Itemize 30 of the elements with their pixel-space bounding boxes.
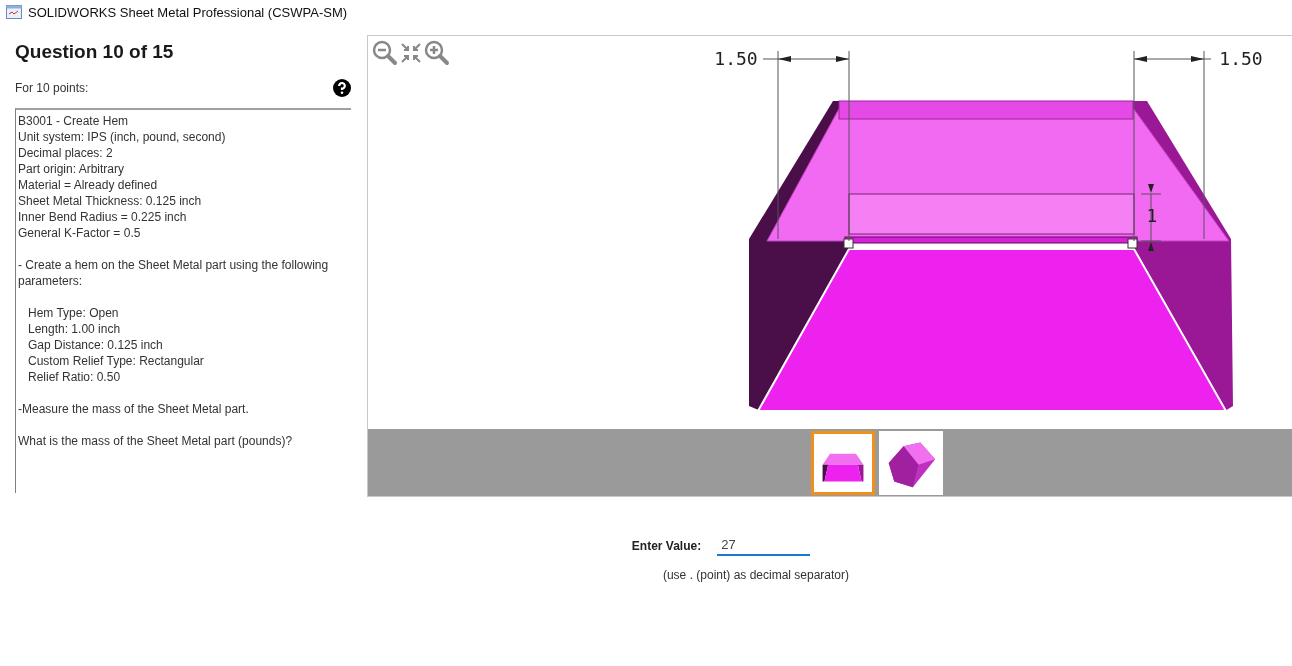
enter-value-label: Enter Value: (631, 538, 702, 553)
question-heading: Question 10 of 15 (15, 41, 175, 64)
dimension-label: 1 (1146, 205, 1158, 226)
dimension-label: 1.50 (1219, 48, 1263, 69)
decimal-hint: (use . (point) as decimal separator) (661, 568, 850, 582)
question-text-line: Gap Distance: 0.125 inch (28, 337, 164, 353)
question-text-line: Hem Type: Open (28, 305, 120, 321)
help-icon[interactable] (333, 79, 351, 97)
question-text-line: General K-Factor = 0.5 (18, 225, 142, 241)
window-title: SOLIDWORKS Sheet Metal Professional (CSWPA-SM) (28, 4, 348, 20)
question-text-line: Sheet Metal Thickness: 0.125 inch (18, 193, 203, 209)
question-text-line: Unit system: IPS (inch, pound, second) (18, 129, 227, 145)
fit-view-icon[interactable] (400, 42, 422, 64)
dimension-label: 1.50 (714, 48, 758, 69)
question-text-line: Inner Bend Radius = 0.225 inch (18, 209, 188, 225)
view-thumbnail[interactable] (811, 430, 875, 495)
question-text-line: Relief Ratio: 0.50 (28, 369, 122, 385)
question-text-line: Decimal places: 2 (18, 145, 114, 161)
question-text-line: Material = Already defined (18, 177, 159, 193)
question-text-line: Custom Relief Type: Rectangular (28, 353, 205, 369)
question-text-line: B3001 - Create Hem (18, 113, 130, 129)
zoom-out-icon[interactable] (372, 40, 398, 66)
points-label: For 10 points: (15, 81, 89, 95)
question-text-line: - Create a hem on the Sheet Metal part using the following parameters: (18, 257, 330, 289)
question-text-line: Length: 1.00 inch (28, 321, 122, 337)
question-text-line: -Measure the mass of the Sheet Metal part. (18, 401, 250, 417)
zoom-in-icon[interactable] (424, 40, 450, 66)
question-text-line: Part origin: Arbitrary (18, 161, 126, 177)
app-icon (6, 5, 22, 19)
question-text-line: What is the mass of the Sheet Metal part (pounds)? (18, 433, 294, 449)
